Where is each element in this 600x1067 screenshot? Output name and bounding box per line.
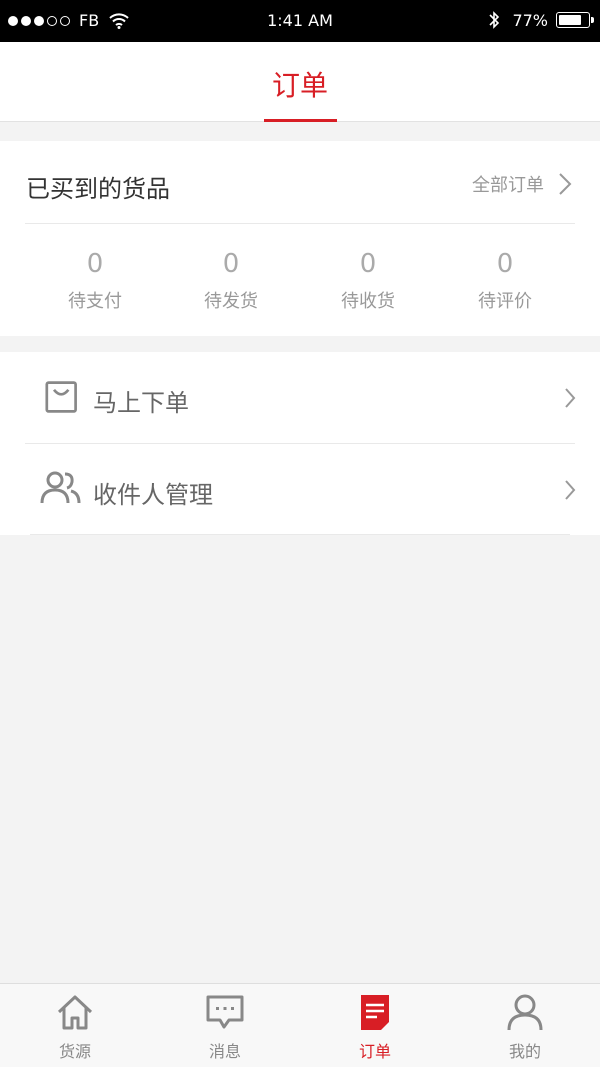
battery-fill xyxy=(559,15,581,25)
users-icon xyxy=(40,471,81,504)
tab-label: 订单 xyxy=(358,1042,391,1061)
page-title: 订单 xyxy=(271,69,328,102)
purchased-goods-card: 已买到的货品 全部订单 0 待支付 0 待发货 0 待收货 0 待评价 xyxy=(0,141,600,336)
stat-count: 0 xyxy=(359,249,377,279)
message-icon xyxy=(206,995,244,1029)
stat-count: 0 xyxy=(222,249,240,279)
stat-label: 待收货 xyxy=(341,291,395,312)
stat-count: 0 xyxy=(86,249,104,279)
battery-percent: 77% xyxy=(512,10,548,30)
purchased-goods-title: 已买到的货品 xyxy=(26,175,170,203)
menu-card: 马上下单 收件人管理 xyxy=(0,352,600,535)
stat-pending-review[interactable]: 0 待评价 xyxy=(435,249,575,313)
menu-item-recipient-management[interactable]: 收件人管理 xyxy=(0,444,600,535)
tab-bar: 货源 消息 订单 我的 xyxy=(0,983,600,1067)
menu-item-label: 马上下单 xyxy=(93,389,189,417)
tab-label: 消息 xyxy=(208,1042,241,1061)
menu-item-label: 收件人管理 xyxy=(93,481,213,509)
chevron-right-icon xyxy=(565,480,576,500)
stat-pending-shipment[interactable]: 0 待发货 xyxy=(161,249,301,313)
stat-label: 待评价 xyxy=(478,291,532,312)
tab-label: 货源 xyxy=(58,1042,91,1061)
bluetooth-icon xyxy=(489,11,500,29)
title-underline xyxy=(264,119,337,122)
all-orders-link[interactable]: 全部订单 xyxy=(472,171,572,197)
chevron-right-icon xyxy=(559,173,572,195)
tab-supply[interactable]: 货源 xyxy=(0,984,150,1067)
tab-messages[interactable]: 消息 xyxy=(150,984,300,1067)
nav-header: 订单 xyxy=(0,42,600,122)
chevron-right-icon xyxy=(565,388,576,408)
divider xyxy=(25,223,575,224)
stat-count: 0 xyxy=(496,249,514,279)
stat-label: 待发货 xyxy=(204,291,258,312)
shopping-bag-icon xyxy=(45,381,77,413)
stat-pending-payment[interactable]: 0 待支付 xyxy=(25,249,165,313)
menu-item-place-order[interactable]: 马上下单 xyxy=(0,352,600,443)
all-orders-label: 全部订单 xyxy=(472,175,544,196)
home-icon xyxy=(57,995,93,1030)
divider xyxy=(30,534,570,535)
profile-icon xyxy=(507,994,543,1031)
tab-profile[interactable]: 我的 xyxy=(450,984,600,1067)
order-icon xyxy=(361,995,389,1030)
tab-label: 我的 xyxy=(508,1042,541,1061)
status-bar: FB 1:41 AM 77% xyxy=(0,0,600,42)
tab-orders[interactable]: 订单 xyxy=(300,984,450,1067)
stat-pending-receipt[interactable]: 0 待收货 xyxy=(298,249,438,313)
battery-icon xyxy=(556,12,594,28)
stat-label: 待支付 xyxy=(68,291,122,312)
